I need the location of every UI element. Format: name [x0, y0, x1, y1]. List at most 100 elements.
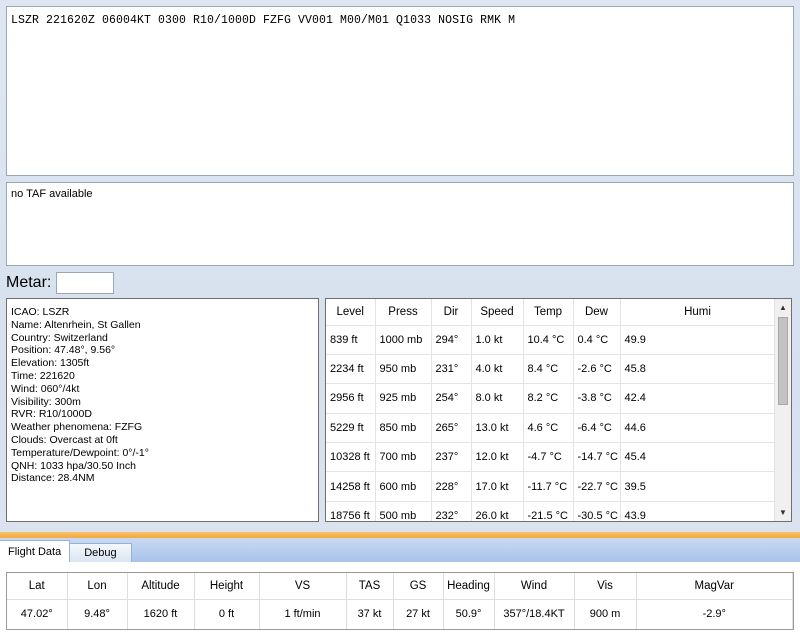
- flight-data-header: TAS: [346, 573, 394, 600]
- station-info-line: ICAO: LSZR: [11, 306, 70, 318]
- flight-data-value: -2.9°: [636, 599, 793, 629]
- metar-text-area[interactable]: LSZR 221620Z 06004KT 0300 R10/1000D FZFG…: [6, 6, 794, 176]
- grid-row[interactable]: 14258 ft 600 mb 228° 17.0 kt -11.7 °C -22.7 °…: [326, 471, 776, 502]
- taf-text: no TAF available: [11, 188, 93, 200]
- station-info-line: Weather phenomena: FZFG: [11, 421, 143, 434]
- grid-cell: 0.4 °C: [573, 325, 621, 355]
- grid-column-header[interactable]: Dew: [573, 299, 621, 326]
- scroll-thumb[interactable]: [778, 317, 788, 405]
- grid-cell: 237°: [431, 442, 472, 473]
- grid-cell: 43.9: [620, 501, 776, 521]
- flight-data-header: Altitude: [127, 573, 195, 600]
- grid-cell: 228°: [431, 471, 472, 502]
- flight-data-header: GS: [393, 573, 444, 600]
- grid-cell: 4.0 kt: [471, 354, 524, 385]
- grid-row[interactable]: 10328 ft 700 mb 237° 12.0 kt -4.7 °C -14.7 °C…: [326, 442, 776, 473]
- winds-aloft-grid: Level Press Dir Speed Temp Dew Humi 839 ft 1000…: [325, 298, 792, 522]
- flight-data-table: Lat Lon Altitude Height VS TAS GS Heading Wind Vi…: [7, 573, 793, 629]
- grid-cell: 39.5: [620, 471, 776, 502]
- grid-cell: 850 mb: [375, 413, 432, 444]
- taf-text-area[interactable]: no TAF available: [6, 182, 794, 266]
- grid-cell: 18756 ft: [326, 501, 376, 521]
- flight-data-value: 37 kt: [346, 599, 394, 629]
- metar-input-row: Metar:: [6, 272, 115, 294]
- grid-cell: 1000 mb: [375, 325, 432, 355]
- grid-cell: 17.0 kt: [471, 471, 524, 502]
- flight-data-header: Wind: [494, 573, 575, 600]
- grid-cell: 950 mb: [375, 354, 432, 385]
- grid-cell: -22.7 °C: [573, 471, 621, 502]
- flight-data-header: Height: [194, 573, 260, 600]
- grid-column-header[interactable]: Level: [326, 299, 376, 326]
- tab-flight-data[interactable]: Flight Data: [0, 540, 71, 562]
- winds-aloft-table: Level Press Dir Speed Temp Dew Humi 839 ft 1000…: [326, 299, 776, 521]
- grid-cell: 8.4 °C: [523, 354, 574, 385]
- flight-data-value: 47.02°: [7, 599, 68, 629]
- grid-cell: 265°: [431, 413, 472, 444]
- grid-row[interactable]: 18756 ft 500 mb 232° 26.0 kt -21.5 °C -30.5 °…: [326, 501, 776, 521]
- grid-cell: -11.7 °C: [523, 471, 574, 502]
- grid-cell: -3.8 °C: [573, 383, 621, 414]
- flight-data-value: 27 kt: [393, 599, 444, 629]
- grid-cell: 45.8: [620, 354, 776, 385]
- grid-cell: 500 mb: [375, 501, 432, 521]
- grid-row[interactable]: 839 ft 1000 mb 294° 1.0 kt 10.4 °C 0.4 °C 49.9: [326, 325, 776, 355]
- grid-row[interactable]: 5229 ft 850 mb 265° 13.0 kt 4.6 °C -6.4 °C 44.…: [326, 413, 776, 444]
- station-info-line: Temperature/Dewpoint: 0°/-1°: [11, 446, 149, 459]
- grid-cell: 12.0 kt: [471, 442, 524, 473]
- grid-cell: 4.6 °C: [523, 413, 574, 444]
- flight-data-value: 0 ft: [194, 599, 260, 629]
- flight-data-value: 1620 ft: [127, 599, 195, 629]
- grid-cell: 45.4: [620, 442, 776, 473]
- grid-cell: 13.0 kt: [471, 413, 524, 444]
- grid-cell: 10.4 °C: [523, 325, 574, 355]
- grid-cell: 231°: [431, 354, 472, 385]
- flight-data-value: 9.48°: [67, 599, 128, 629]
- scroll-down-icon[interactable]: ▼: [775, 504, 791, 521]
- metar-input[interactable]: [56, 272, 115, 294]
- station-info-line: Distance: 28.4NM: [11, 472, 95, 485]
- grid-cell: 8.2 °C: [523, 383, 574, 414]
- station-info-line: Position: 47.48°, 9.56°: [11, 344, 116, 357]
- grid-column-header[interactable]: Press: [375, 299, 432, 326]
- grid-cell: 42.4: [620, 383, 776, 414]
- tab-debug[interactable]: Debug: [69, 543, 132, 562]
- flight-data-value: 50.9°: [443, 599, 495, 629]
- flight-data-header: MagVar: [636, 573, 793, 600]
- grid-row[interactable]: 2234 ft 950 mb 231° 4.0 kt 8.4 °C -2.6 °C 45.8: [326, 354, 776, 385]
- grid-cell: 1.0 kt: [471, 325, 524, 355]
- flight-data-value: 900 m: [574, 599, 637, 629]
- station-info-line: Elevation: 1305ft: [11, 357, 90, 370]
- grid-cell: 2234 ft: [326, 354, 376, 385]
- station-info-line: Time: 221620: [11, 369, 75, 382]
- metar-text: LSZR 221620Z 06004KT 0300 R10/1000D FZFG…: [11, 14, 516, 27]
- grid-cell: 700 mb: [375, 442, 432, 473]
- grid-cell: -2.6 °C: [573, 354, 621, 385]
- grid-cell: 14258 ft: [326, 471, 376, 502]
- grid-cell: 294°: [431, 325, 472, 355]
- flight-data-value: 357°/18.4KT: [494, 599, 575, 629]
- scroll-up-icon[interactable]: ▲: [775, 299, 791, 316]
- station-info-line: QNH: 1033 hpa/30.50 Inch: [11, 459, 136, 472]
- grid-column-header[interactable]: Humi: [620, 299, 776, 326]
- grid-cell: 8.0 kt: [471, 383, 524, 414]
- grid-cell: 26.0 kt: [471, 501, 524, 521]
- grid-cell: 44.6: [620, 413, 776, 444]
- grid-cell: -14.7 °C: [573, 442, 621, 473]
- station-info-line: Visibility: 300m: [11, 395, 81, 408]
- grid-cell: 232°: [431, 501, 472, 521]
- grid-cell: 925 mb: [375, 383, 432, 414]
- grid-column-header[interactable]: Dir: [431, 299, 472, 326]
- grid-column-header[interactable]: Temp: [523, 299, 574, 326]
- flight-data-box: Lat Lon Altitude Height VS TAS GS Heading Wind Vi…: [6, 572, 794, 630]
- station-info-panel: ICAO: LSZR Name: Altenrhein, St Gallen Cou…: [6, 298, 319, 522]
- grid-column-header[interactable]: Speed: [471, 299, 524, 326]
- grid-row[interactable]: 2956 ft 925 mb 254° 8.0 kt 8.2 °C -3.8 °C 42.4: [326, 383, 776, 414]
- grid-cell: -21.5 °C: [523, 501, 574, 521]
- grid-cell: 10328 ft: [326, 442, 376, 473]
- station-info-line: RVR: R10/1000D: [11, 408, 92, 421]
- station-info-line: Wind: 060°/4kt: [11, 382, 80, 395]
- flight-data-header: Heading: [443, 573, 495, 600]
- grid-scrollbar[interactable]: ▲ ▼: [774, 299, 791, 521]
- flight-data-panel: Lat Lon Altitude Height VS TAS GS Heading Wind Vi…: [0, 562, 800, 644]
